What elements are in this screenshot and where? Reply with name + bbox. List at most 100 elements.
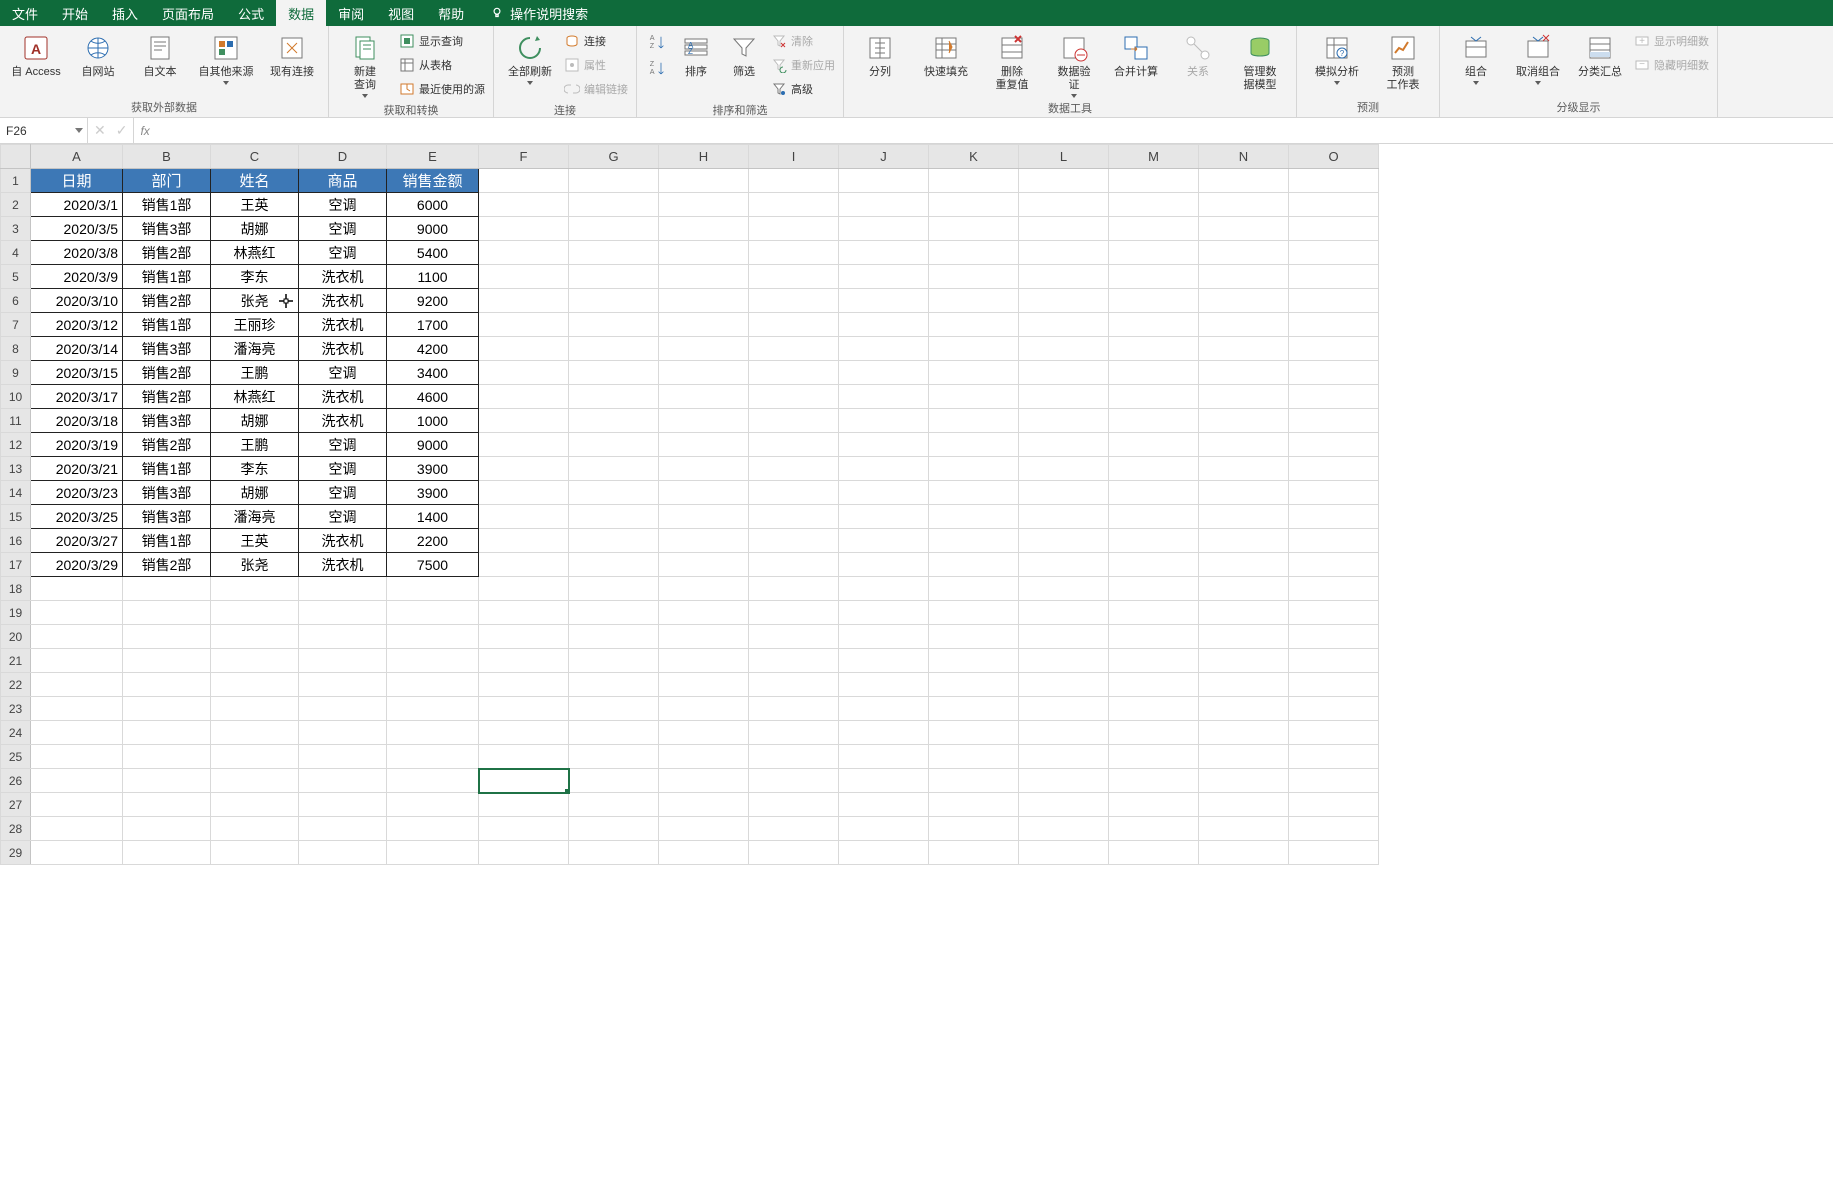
cell-D6[interactable]: 洗衣机: [299, 289, 387, 313]
cell-M17[interactable]: [1109, 553, 1199, 577]
cell-H24[interactable]: [659, 721, 749, 745]
cell-F7[interactable]: [479, 313, 569, 337]
cell-J11[interactable]: [839, 409, 929, 433]
cell-A1[interactable]: 日期: [31, 169, 123, 193]
cell-K16[interactable]: [929, 529, 1019, 553]
cell-N27[interactable]: [1199, 793, 1289, 817]
cell-C11[interactable]: 胡娜: [211, 409, 299, 433]
advanced-button[interactable]: 高级: [769, 78, 837, 100]
cell-E4[interactable]: 5400: [387, 241, 479, 265]
cell-O4[interactable]: [1289, 241, 1379, 265]
cell-D17[interactable]: 洗衣机: [299, 553, 387, 577]
cell-H19[interactable]: [659, 601, 749, 625]
cell-F25[interactable]: [479, 745, 569, 769]
cell-N14[interactable]: [1199, 481, 1289, 505]
cell-C3[interactable]: 胡娜: [211, 217, 299, 241]
cell-A14[interactable]: 2020/3/23: [31, 481, 123, 505]
cell-C28[interactable]: [211, 817, 299, 841]
cell-J15[interactable]: [839, 505, 929, 529]
cell-D22[interactable]: [299, 673, 387, 697]
cell-I28[interactable]: [749, 817, 839, 841]
cell-E21[interactable]: [387, 649, 479, 673]
column-header-O[interactable]: O: [1289, 145, 1379, 169]
cell-L26[interactable]: [1019, 769, 1109, 793]
cell-F26[interactable]: [479, 769, 569, 793]
new-query-button[interactable]: 新建查询: [335, 28, 395, 98]
cell-H4[interactable]: [659, 241, 749, 265]
cell-M12[interactable]: [1109, 433, 1199, 457]
cell-L29[interactable]: [1019, 841, 1109, 865]
row-header-19[interactable]: 19: [1, 601, 31, 625]
cell-C1[interactable]: 姓名: [211, 169, 299, 193]
cell-L9[interactable]: [1019, 361, 1109, 385]
cell-N3[interactable]: [1199, 217, 1289, 241]
cell-I22[interactable]: [749, 673, 839, 697]
cell-H18[interactable]: [659, 577, 749, 601]
cell-N11[interactable]: [1199, 409, 1289, 433]
cell-B18[interactable]: [123, 577, 211, 601]
cell-H15[interactable]: [659, 505, 749, 529]
menu-公式[interactable]: 公式: [226, 0, 276, 26]
from-access-button[interactable]: A自 Access: [6, 28, 66, 79]
cell-A3[interactable]: 2020/3/5: [31, 217, 123, 241]
cell-M9[interactable]: [1109, 361, 1199, 385]
cell-G18[interactable]: [569, 577, 659, 601]
cell-L2[interactable]: [1019, 193, 1109, 217]
cell-A15[interactable]: 2020/3/25: [31, 505, 123, 529]
cell-M5[interactable]: [1109, 265, 1199, 289]
cell-A13[interactable]: 2020/3/21: [31, 457, 123, 481]
cell-N8[interactable]: [1199, 337, 1289, 361]
cell-E8[interactable]: 4200: [387, 337, 479, 361]
cell-J12[interactable]: [839, 433, 929, 457]
cell-I27[interactable]: [749, 793, 839, 817]
cell-B27[interactable]: [123, 793, 211, 817]
cell-M25[interactable]: [1109, 745, 1199, 769]
cell-L17[interactable]: [1019, 553, 1109, 577]
cell-K14[interactable]: [929, 481, 1019, 505]
cell-G12[interactable]: [569, 433, 659, 457]
cell-M2[interactable]: [1109, 193, 1199, 217]
cell-M26[interactable]: [1109, 769, 1199, 793]
cell-M3[interactable]: [1109, 217, 1199, 241]
cell-B14[interactable]: 销售3部: [123, 481, 211, 505]
cell-E16[interactable]: 2200: [387, 529, 479, 553]
column-header-F[interactable]: F: [479, 145, 569, 169]
cell-C16[interactable]: 王英: [211, 529, 299, 553]
refresh-all-button[interactable]: 全部刷新: [500, 28, 560, 85]
cell-M21[interactable]: [1109, 649, 1199, 673]
row-header-22[interactable]: 22: [1, 673, 31, 697]
cell-A6[interactable]: 2020/3/10: [31, 289, 123, 313]
row-header-14[interactable]: 14: [1, 481, 31, 505]
cell-A20[interactable]: [31, 625, 123, 649]
cell-M6[interactable]: [1109, 289, 1199, 313]
cell-D19[interactable]: [299, 601, 387, 625]
column-header-C[interactable]: C: [211, 145, 299, 169]
cell-O12[interactable]: [1289, 433, 1379, 457]
what-if-button[interactable]: ?模拟分析: [1303, 28, 1371, 85]
cell-E29[interactable]: [387, 841, 479, 865]
cell-D3[interactable]: 空调: [299, 217, 387, 241]
cell-C14[interactable]: 胡娜: [211, 481, 299, 505]
cell-L18[interactable]: [1019, 577, 1109, 601]
row-header-11[interactable]: 11: [1, 409, 31, 433]
cell-K25[interactable]: [929, 745, 1019, 769]
cell-E2[interactable]: 6000: [387, 193, 479, 217]
cell-C23[interactable]: [211, 697, 299, 721]
cell-J27[interactable]: [839, 793, 929, 817]
cell-O23[interactable]: [1289, 697, 1379, 721]
cell-F15[interactable]: [479, 505, 569, 529]
cell-H16[interactable]: [659, 529, 749, 553]
fx-icon[interactable]: fx: [134, 118, 155, 143]
cell-O28[interactable]: [1289, 817, 1379, 841]
cell-K26[interactable]: [929, 769, 1019, 793]
cell-M28[interactable]: [1109, 817, 1199, 841]
row-header-26[interactable]: 26: [1, 769, 31, 793]
cell-G3[interactable]: [569, 217, 659, 241]
cell-I5[interactable]: [749, 265, 839, 289]
cell-E7[interactable]: 1700: [387, 313, 479, 337]
cell-N18[interactable]: [1199, 577, 1289, 601]
cell-K29[interactable]: [929, 841, 1019, 865]
cell-I11[interactable]: [749, 409, 839, 433]
recent-sources-button[interactable]: 最近使用的源: [397, 78, 487, 100]
cell-N2[interactable]: [1199, 193, 1289, 217]
